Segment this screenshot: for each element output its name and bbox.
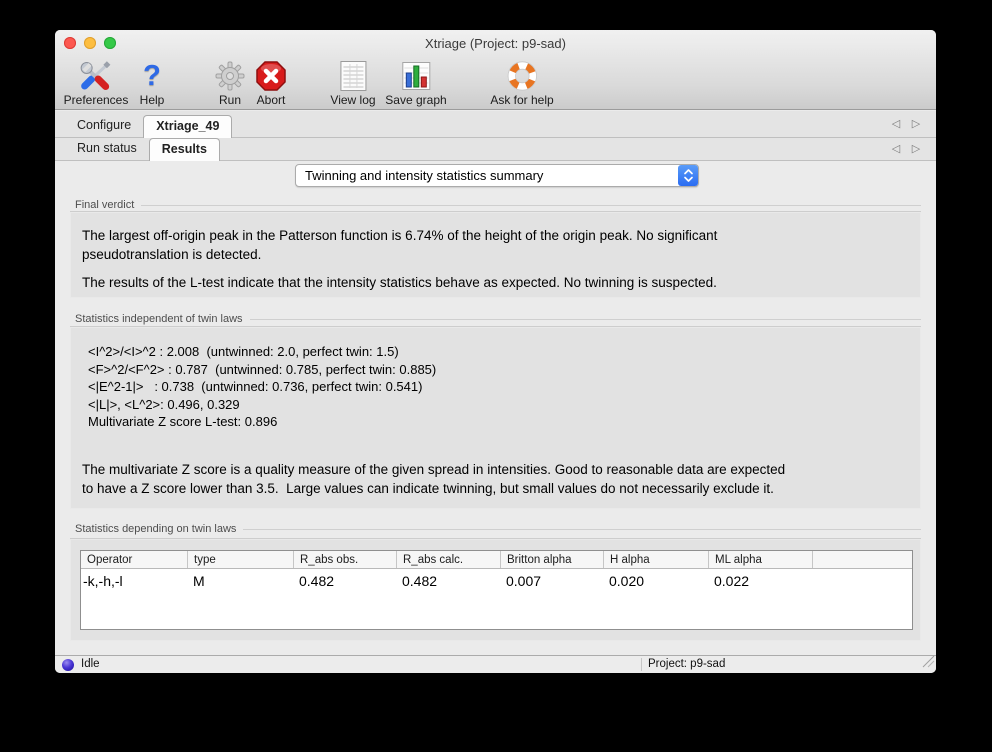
- twin-laws-panel: Operator type R_abs obs. R_abs calc. Bri…: [70, 538, 921, 641]
- toolbar: Preferences ? Help: [55, 56, 936, 109]
- tools-icon: [79, 59, 113, 93]
- cell-r-abs-obs: 0.482: [294, 569, 397, 595]
- table-row[interactable]: -k,-h,-l M 0.482 0.482 0.007 0.020 0.022: [81, 569, 912, 595]
- verdict-paragraph: The results of the L-test indicate that …: [70, 273, 921, 292]
- status-sphere-icon: [62, 659, 74, 671]
- section-divider: [250, 319, 921, 320]
- subtab-scroll-left-icon[interactable]: ◁: [888, 142, 904, 155]
- column-header-ml-alpha[interactable]: ML alpha: [709, 551, 813, 568]
- stat-line: <F>^2/<F^2> : 0.787 (untwinned: 0.785, p…: [70, 361, 921, 379]
- section-divider: [243, 529, 921, 530]
- gear-icon: [214, 59, 246, 93]
- titlebar: Xtriage (Project: p9-sad): [55, 30, 936, 56]
- resize-grip[interactable]: [922, 655, 935, 673]
- column-header-empty: [813, 551, 912, 568]
- stat-line: <|L|>, <L^2>: 0.496, 0.329: [70, 396, 921, 414]
- toolbar-label: Ask for help: [490, 94, 553, 107]
- tab-xtriage-49[interactable]: Xtriage_49: [143, 115, 232, 138]
- toolbar-label: View log: [330, 94, 375, 107]
- project-label: Project: p9-sad: [648, 658, 725, 670]
- main-tab-bar: Configure Xtriage_49 ◁ ▷: [55, 111, 936, 138]
- stat-line: <|E^2-1|> : 0.738 (untwinned: 0.736, per…: [70, 378, 921, 396]
- status-bar: Idle Project: p9-sad: [55, 655, 936, 673]
- tab-scroll-left-icon[interactable]: ◁: [888, 117, 904, 130]
- independent-stats-panel: <I^2>/<I>^2 : 2.008 (untwinned: 2.0, per…: [70, 326, 921, 509]
- verdict-paragraph: The largest off-origin peak in the Patte…: [70, 226, 921, 264]
- section-header-depending: Statistics depending on twin laws: [75, 522, 921, 535]
- cell-operator: -k,-h,-l: [81, 569, 188, 595]
- bar-chart-icon: [401, 59, 431, 93]
- twin-law-table: Operator type R_abs obs. R_abs calc. Bri…: [80, 550, 913, 630]
- toolbar-label: Preferences: [64, 94, 129, 107]
- column-header-r-abs-calc[interactable]: R_abs calc.: [397, 551, 501, 568]
- final-verdict-panel: The largest off-origin peak in the Patte…: [70, 211, 921, 298]
- section-divider: [141, 205, 921, 206]
- cell-type: M: [188, 569, 294, 595]
- abort-button[interactable]: Abort: [255, 57, 287, 107]
- toolbar-label: Help: [140, 94, 165, 107]
- tab-results[interactable]: Results: [149, 138, 220, 161]
- question-mark-icon: ?: [143, 59, 161, 93]
- window-chrome: Xtriage (Project: p9-sad) Preferences: [55, 30, 936, 110]
- table-header-row: Operator type R_abs obs. R_abs calc. Bri…: [81, 551, 912, 569]
- tab-configure[interactable]: Configure: [65, 114, 143, 137]
- lifebuoy-icon: [504, 59, 540, 93]
- log-file-icon: [339, 59, 367, 93]
- preferences-button[interactable]: Preferences: [64, 57, 129, 107]
- view-log-button[interactable]: View log: [330, 57, 375, 107]
- toolbar-label: Save graph: [385, 94, 446, 107]
- cell-britton-alpha: 0.007: [501, 569, 604, 595]
- tab-run-status[interactable]: Run status: [65, 137, 149, 160]
- status-text: Idle: [81, 658, 100, 670]
- ask-for-help-button[interactable]: Ask for help: [490, 57, 553, 107]
- column-header-operator[interactable]: Operator: [81, 551, 188, 568]
- section-header-final-verdict: Final verdict: [75, 198, 921, 211]
- section-header-independent: Statistics independent of twin laws: [75, 312, 921, 325]
- stat-line: <I^2>/<I>^2 : 2.008 (untwinned: 2.0, per…: [70, 343, 921, 361]
- summary-dropdown[interactable]: Twinning and intensity statistics summar…: [295, 164, 699, 187]
- stop-icon: [255, 59, 287, 93]
- column-header-r-abs-obs[interactable]: R_abs obs.: [294, 551, 397, 568]
- results-panel: Twinning and intensity statistics summar…: [55, 161, 936, 654]
- toolbar-label: Abort: [257, 94, 286, 107]
- column-header-h-alpha[interactable]: H alpha: [604, 551, 709, 568]
- column-header-type[interactable]: type: [188, 551, 294, 568]
- cell-h-alpha: 0.020: [604, 569, 709, 595]
- stat-line: Multivariate Z score L-test: 0.896: [70, 413, 921, 431]
- cell-r-abs-calc: 0.482: [397, 569, 501, 595]
- xtriage-window: Xtriage (Project: p9-sad) Preferences: [55, 30, 936, 673]
- statusbar-divider: [641, 658, 642, 671]
- cell-ml-alpha: 0.022: [709, 569, 813, 595]
- window-title: Xtriage (Project: p9-sad): [55, 30, 936, 56]
- summary-dropdown-value: Twinning and intensity statistics summar…: [305, 165, 543, 186]
- tab-scroll-right-icon[interactable]: ▷: [908, 117, 924, 130]
- column-header-britton-alpha[interactable]: Britton alpha: [501, 551, 604, 568]
- section-title: Statistics depending on twin laws: [75, 523, 236, 535]
- sub-tab-bar: Run status Results ◁ ▷: [55, 138, 936, 161]
- subtab-scroll-right-icon[interactable]: ▷: [908, 142, 924, 155]
- z-score-note: The multivariate Z score is a quality me…: [70, 460, 921, 498]
- save-graph-button[interactable]: Save graph: [385, 57, 446, 107]
- section-title: Final verdict: [75, 199, 134, 211]
- run-button[interactable]: Run: [214, 57, 246, 107]
- help-button[interactable]: ? Help: [140, 57, 165, 107]
- chevron-up-down-icon: [678, 165, 698, 186]
- toolbar-label: Run: [219, 94, 241, 107]
- section-title: Statistics independent of twin laws: [75, 313, 243, 325]
